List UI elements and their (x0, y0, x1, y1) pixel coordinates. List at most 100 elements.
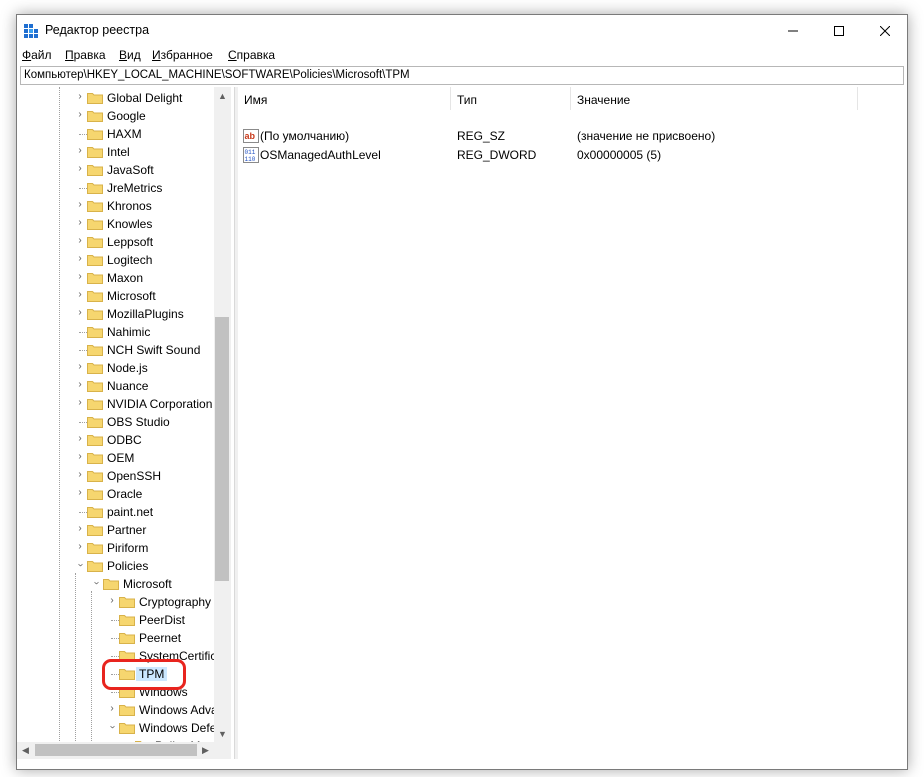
values-list[interactable]: Имя Тип Значение ab (По умолчанию) REG_S… (238, 87, 907, 759)
tree-node[interactable]: PeerDist (17, 611, 232, 629)
value-row[interactable]: 011 110 OSManagedAuthLevel REG_DWORD 0x0… (238, 146, 907, 164)
column-separator[interactable] (857, 87, 858, 110)
tree-node-label[interactable]: Khronos (107, 199, 152, 213)
tree-node-label[interactable]: Piriform (107, 541, 148, 555)
expand-chevron-icon[interactable]: › (107, 704, 117, 714)
tree-node[interactable]: › Khronos (17, 197, 232, 215)
tree-node-label[interactable]: Google (107, 109, 146, 123)
tree-node-label[interactable]: Partner (107, 523, 146, 537)
tree-node[interactable]: › Knowles (17, 215, 232, 233)
maximize-button[interactable] (816, 15, 862, 46)
expand-chevron-icon[interactable]: › (75, 146, 85, 156)
tree-node-label[interactable]: NCH Swift Sound (107, 343, 200, 357)
collapse-chevron-icon[interactable]: › (91, 578, 102, 588)
tree-node[interactable]: › JavaSoft (17, 161, 232, 179)
tree-node[interactable]: › Node.js (17, 359, 232, 377)
tree-hscroll-thumb[interactable] (35, 744, 197, 756)
tree-scroll-thumb[interactable] (215, 317, 229, 581)
tree-node[interactable]: HAXM (17, 125, 232, 143)
expand-chevron-icon[interactable]: › (75, 200, 85, 210)
scroll-left-icon[interactable]: ◀ (17, 742, 34, 759)
collapse-chevron-icon[interactable]: › (107, 722, 118, 732)
expand-chevron-icon[interactable]: › (75, 272, 85, 282)
scroll-up-icon[interactable]: ▲ (214, 87, 231, 104)
tree-node-label[interactable]: Maxon (107, 271, 143, 285)
expand-chevron-icon[interactable]: › (75, 110, 85, 120)
menu-file[interactable]: Файл (22, 48, 52, 62)
tree-node-label[interactable]: paint.net (107, 505, 153, 519)
tree-node[interactable]: › MozillaPlugins (17, 305, 232, 323)
scroll-right-icon[interactable]: ▶ (197, 742, 214, 759)
menu-view[interactable]: Вид (119, 48, 141, 62)
tree-node-label[interactable]: Peernet (139, 631, 181, 645)
tree-node-label[interactable]: Oracle (107, 487, 142, 501)
tree-node-label[interactable]: Microsoft (107, 289, 156, 303)
menu-edit[interactable]: Правка (65, 48, 106, 62)
expand-chevron-icon[interactable]: › (75, 218, 85, 228)
tree-node[interactable]: › Windows Defe (17, 719, 232, 737)
tree-node-label[interactable]: Nahimic (107, 325, 150, 339)
address-bar[interactable]: Компьютер\HKEY_LOCAL_MACHINE\SOFTWARE\Po… (20, 66, 904, 85)
tree-node[interactable]: › Global Delight (17, 89, 232, 107)
tree-node[interactable]: JreMetrics (17, 179, 232, 197)
tree-node-label[interactable]: ODBC (107, 433, 142, 447)
expand-chevron-icon[interactable]: › (75, 164, 85, 174)
expand-chevron-icon[interactable]: › (75, 92, 85, 102)
expand-chevron-icon[interactable]: › (75, 380, 85, 390)
expand-chevron-icon[interactable]: › (75, 434, 85, 444)
tree-node-label[interactable]: PeerDist (139, 613, 185, 627)
address-path[interactable]: Компьютер\HKEY_LOCAL_MACHINE\SOFTWARE\Po… (24, 69, 410, 81)
tree-node-label[interactable]: Windows Defe (139, 721, 216, 735)
close-button[interactable] (862, 15, 908, 46)
key-tree[interactable]: › Global Delight › Google HAXM › Intel › JavaSof… (17, 87, 232, 757)
tree-node-label[interactable]: Intel (107, 145, 130, 159)
tree-node-label[interactable]: Policies (107, 559, 148, 573)
tree-node[interactable]: › Intel (17, 143, 232, 161)
tree-node-label[interactable]: Cryptography (139, 595, 211, 609)
title-bar[interactable]: Редактор реестра (17, 15, 907, 46)
expand-chevron-icon[interactable]: › (75, 488, 85, 498)
tree-node[interactable]: › Leppsoft (17, 233, 232, 251)
tree-node[interactable]: › OpenSSH (17, 467, 232, 485)
tree-node[interactable]: › Microsoft (17, 575, 232, 593)
tree-node[interactable]: › Windows Adva (17, 701, 232, 719)
expand-chevron-icon[interactable]: › (107, 596, 117, 606)
scroll-down-icon[interactable]: ▼ (214, 725, 231, 742)
column-header-name[interactable]: Имя (238, 87, 451, 110)
tree-node-label[interactable]: JreMetrics (107, 181, 162, 195)
tree-node[interactable]: › Partner (17, 521, 232, 539)
expand-chevron-icon[interactable]: › (75, 524, 85, 534)
tree-node[interactable]: › Maxon (17, 269, 232, 287)
column-header-value[interactable]: Значение (571, 87, 858, 110)
tree-node[interactable]: › OEM (17, 449, 232, 467)
tree-node-label[interactable]: Microsoft (123, 577, 172, 591)
tree-node-label[interactable]: JavaSoft (107, 163, 154, 177)
expand-chevron-icon[interactable]: › (75, 470, 85, 480)
tree-node-label[interactable]: NVIDIA Corporation (107, 397, 212, 411)
tree-node[interactable]: › Google (17, 107, 232, 125)
tree-node-label[interactable]: OEM (107, 451, 134, 465)
tree-node-label[interactable]: HAXM (107, 127, 142, 141)
tree-node-label[interactable]: Nuance (107, 379, 148, 393)
tree-node[interactable]: › Microsoft (17, 287, 232, 305)
expand-chevron-icon[interactable]: › (75, 236, 85, 246)
value-row[interactable]: ab (По умолчанию) REG_SZ (значение не пр… (238, 127, 907, 145)
tree-node[interactable]: NCH Swift Sound (17, 341, 232, 359)
tree-node-label[interactable]: OBS Studio (107, 415, 170, 429)
tree-node-label[interactable]: Node.js (107, 361, 148, 375)
expand-chevron-icon[interactable]: › (75, 308, 85, 318)
tree-node[interactable]: Peernet (17, 629, 232, 647)
tree-vertical-scrollbar[interactable]: ▲ ▼ (214, 87, 231, 742)
expand-chevron-icon[interactable]: › (75, 362, 85, 372)
tree-node-label[interactable]: Leppsoft (107, 235, 153, 249)
tree-node-label[interactable]: Global Delight (107, 91, 182, 105)
minimize-button[interactable] (770, 15, 816, 46)
tree-node[interactable]: › Oracle (17, 485, 232, 503)
expand-chevron-icon[interactable]: › (75, 290, 85, 300)
tree-node-label[interactable]: MozillaPlugins (107, 307, 184, 321)
tree-node[interactable]: OBS Studio (17, 413, 232, 431)
expand-chevron-icon[interactable]: › (75, 254, 85, 264)
tree-node-label[interactable]: Windows Adva (139, 703, 218, 717)
collapse-chevron-icon[interactable]: › (75, 560, 86, 570)
tree-node[interactable]: › Logitech (17, 251, 232, 269)
